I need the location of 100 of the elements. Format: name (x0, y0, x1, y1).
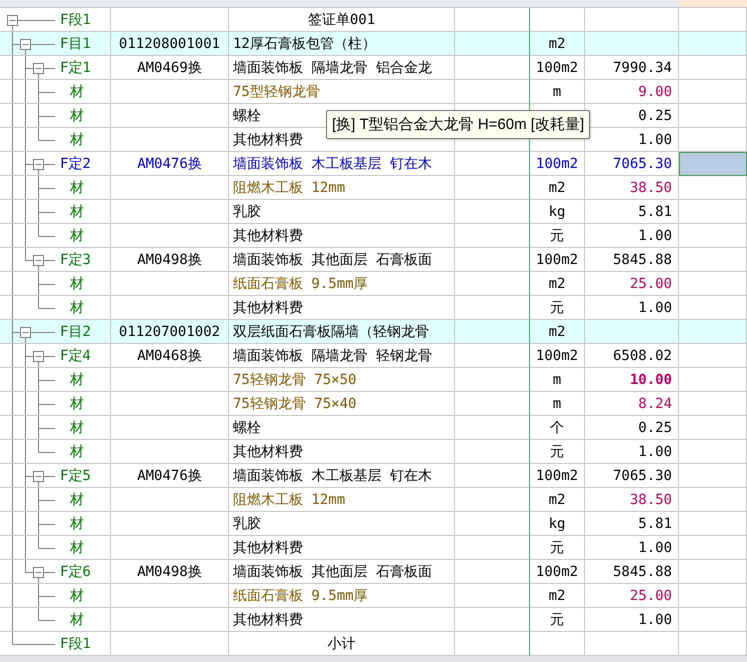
row-label[interactable]: 材 (70, 298, 84, 316)
tree-lines (12, 416, 55, 439)
table-cell (679, 320, 747, 344)
row-label[interactable]: F定5 (60, 466, 91, 484)
row-label[interactable]: 材 (70, 226, 84, 244)
table-cell (679, 104, 747, 128)
table-cell: 100m2 (530, 344, 585, 368)
table-cell: AM0469换 (111, 56, 229, 80)
selected-cell[interactable] (679, 152, 747, 176)
table-cell: 7990.34 (585, 56, 679, 80)
tree-lines (12, 104, 55, 127)
table-cell: 5845.88 (585, 248, 679, 272)
row-label[interactable]: 材 (70, 586, 84, 604)
row-label[interactable]: 材 (70, 82, 84, 100)
row-label[interactable]: 材 (70, 442, 84, 460)
tree-lines (12, 512, 55, 535)
row-label[interactable]: 材 (70, 418, 84, 436)
table-cell: 墙面装饰板 隔墙龙骨 轻钢龙骨 (229, 344, 455, 368)
row-label[interactable]: 材 (70, 178, 84, 196)
table-cell (679, 584, 747, 608)
row-label[interactable]: 材 (70, 130, 84, 148)
table-cell: 纸面石膏板 9.5mm厚 (229, 584, 455, 608)
table-cell: 1.00 (585, 536, 679, 560)
table-cell: 1.00 (585, 440, 679, 464)
table-cell: 75轻钢龙骨 75×50 (229, 368, 455, 392)
table-cell: kg (530, 200, 585, 224)
row-label[interactable]: F定1 (60, 58, 91, 76)
table-cell: 12厚石膏板包管（柱） (229, 32, 455, 56)
table-cell: 011207001002 (111, 320, 229, 344)
table-cell: 纸面石膏板 9.5mm厚 (229, 272, 455, 296)
collapse-icon[interactable] (33, 351, 44, 362)
row-label[interactable]: F定6 (60, 562, 91, 580)
table-cell (679, 512, 747, 536)
row-label[interactable]: F段1 (60, 10, 91, 28)
table-cell: m2 (530, 176, 585, 200)
table-cell: 6508.02 (585, 344, 679, 368)
row-label[interactable]: 材 (70, 370, 84, 388)
row-label[interactable]: F定2 (60, 154, 91, 172)
collapse-icon[interactable] (33, 471, 44, 482)
table-cell (679, 200, 747, 224)
row-label[interactable]: 材 (70, 490, 84, 508)
table-cell (679, 416, 747, 440)
table-cell: AM0498换 (111, 248, 229, 272)
table-cell (679, 392, 747, 416)
table-cell (679, 176, 747, 200)
table-cell: 墙面装饰板 其他面层 石膏板面 (229, 560, 455, 584)
table-cell (679, 368, 747, 392)
table-cell (679, 32, 747, 56)
scrollbar[interactable] (0, 656, 747, 662)
table-cell: 螺栓 (229, 416, 455, 440)
tooltip: [换] T型铝合金大龙骨 H=60m [改耗量] (326, 110, 590, 139)
row-label[interactable]: F定4 (60, 346, 91, 364)
table-cell: m2 (530, 32, 585, 56)
collapse-icon[interactable] (20, 39, 31, 50)
row-label[interactable]: 材 (70, 538, 84, 556)
table-cell: 9.00 (585, 80, 679, 104)
table-cell (679, 56, 747, 80)
collapse-icon[interactable] (33, 159, 44, 170)
table-cell: 其他材料费 (229, 608, 455, 632)
table-cell (679, 344, 747, 368)
table-cell: AM0498换 (111, 560, 229, 584)
table-cell: 5.81 (585, 512, 679, 536)
table-cell: 10.00 (585, 368, 679, 392)
row-label[interactable]: F目2 (60, 322, 91, 340)
collapse-icon[interactable] (7, 15, 18, 26)
table-cell (679, 248, 747, 272)
table-cell: 8.24 (585, 392, 679, 416)
table-cell: 其他材料费 (229, 224, 455, 248)
tree-lines (12, 392, 55, 415)
row-label[interactable]: 材 (70, 274, 84, 292)
row-label[interactable]: F定3 (60, 250, 91, 268)
row-label[interactable]: 材 (70, 514, 84, 532)
table-cell: m2 (530, 584, 585, 608)
table-cell: 元 (530, 536, 585, 560)
tree-lines (12, 200, 55, 223)
table-cell: 元 (530, 440, 585, 464)
table-cell: 38.50 (585, 176, 679, 200)
collapse-icon[interactable] (33, 567, 44, 578)
row-label[interactable]: 材 (70, 202, 84, 220)
collapse-icon[interactable] (33, 255, 44, 266)
table-cell: 墙面装饰板 其他面层 石膏板面 (229, 248, 455, 272)
row-label[interactable]: F目1 (60, 34, 91, 52)
table-cell (679, 608, 747, 632)
row-label[interactable]: 材 (70, 610, 84, 628)
table-cell: 100m2 (530, 464, 585, 488)
row-label[interactable]: F段1 (60, 634, 91, 652)
row-label[interactable]: 材 (70, 394, 84, 412)
table-cell: m2 (530, 272, 585, 296)
collapse-icon[interactable] (20, 327, 31, 338)
table-cell: 100m2 (530, 248, 585, 272)
table-cell: 25.00 (585, 272, 679, 296)
table-cell: 011208001001 (111, 32, 229, 56)
collapse-icon[interactable] (33, 63, 44, 74)
table-cell: 墙面装饰板 木工板基层 钉在木 (229, 464, 455, 488)
table-cell: 个 (530, 416, 585, 440)
row-label[interactable]: 材 (70, 106, 84, 124)
table-cell: 双层纸面石膏板隔墙（轻钢龙骨 (229, 320, 455, 344)
table-cell: AM0476换 (111, 464, 229, 488)
table-cell: m2 (530, 320, 585, 344)
table-cell: 乳胶 (229, 200, 455, 224)
